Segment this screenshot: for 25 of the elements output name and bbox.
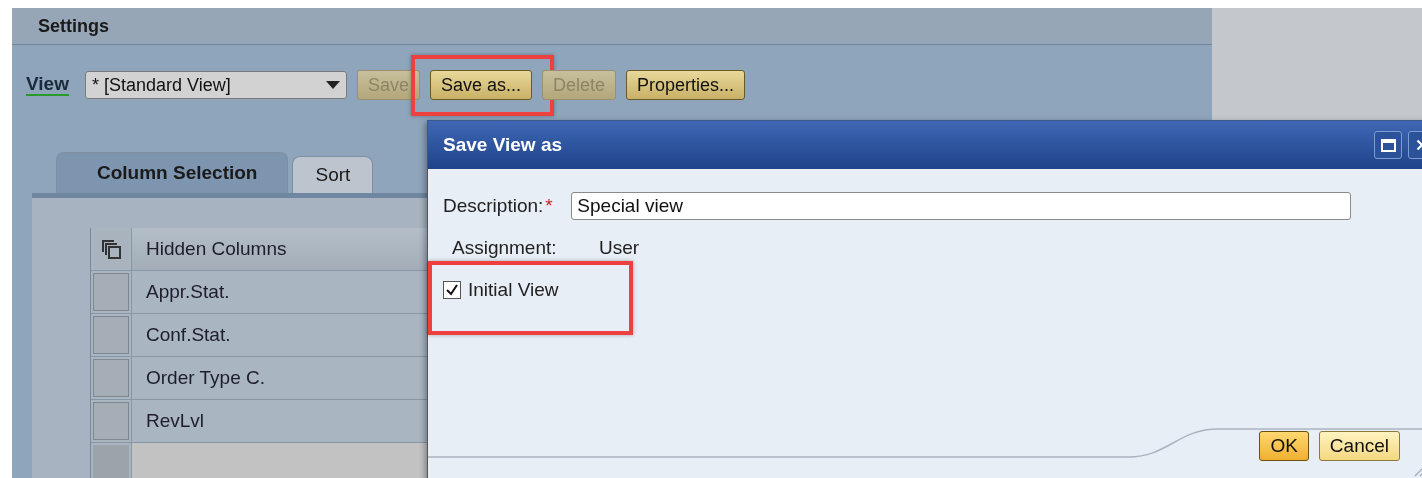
view-dropdown[interactable]: * [Standard View] bbox=[84, 71, 347, 99]
field-value: User bbox=[599, 237, 640, 259]
panel-title: Settings bbox=[38, 15, 109, 37]
row-selector[interactable] bbox=[93, 359, 129, 397]
description-field[interactable]: Special view bbox=[571, 192, 1352, 220]
toolbar-button[interactable]: Properties... bbox=[626, 70, 746, 100]
checkbox-label: Initial View bbox=[468, 279, 559, 301]
checkbox[interactable] bbox=[443, 281, 461, 299]
maximize-button[interactable] bbox=[1374, 131, 1402, 159]
toolbar-button[interactable]: Save as... bbox=[430, 70, 533, 100]
row-selector[interactable] bbox=[93, 316, 129, 354]
dialog-button[interactable]: Cancel bbox=[1318, 431, 1400, 461]
tab[interactable]: Column Selection bbox=[56, 152, 289, 193]
caret-icon bbox=[325, 81, 340, 89]
row-selector[interactable] bbox=[93, 273, 129, 311]
dialog-button[interactable]: OK bbox=[1259, 431, 1309, 461]
required-mark: * bbox=[545, 195, 554, 217]
tab[interactable]: Sort bbox=[292, 156, 374, 193]
field-label: Assignment: bbox=[451, 237, 558, 259]
select-all-button[interactable] bbox=[93, 230, 129, 268]
dialog-title: Save View as bbox=[443, 134, 564, 156]
view-label: View bbox=[26, 74, 69, 96]
stacked-squares-icon bbox=[101, 239, 121, 259]
row-selector[interactable] bbox=[93, 402, 129, 440]
field-label: Description: bbox=[443, 195, 544, 217]
